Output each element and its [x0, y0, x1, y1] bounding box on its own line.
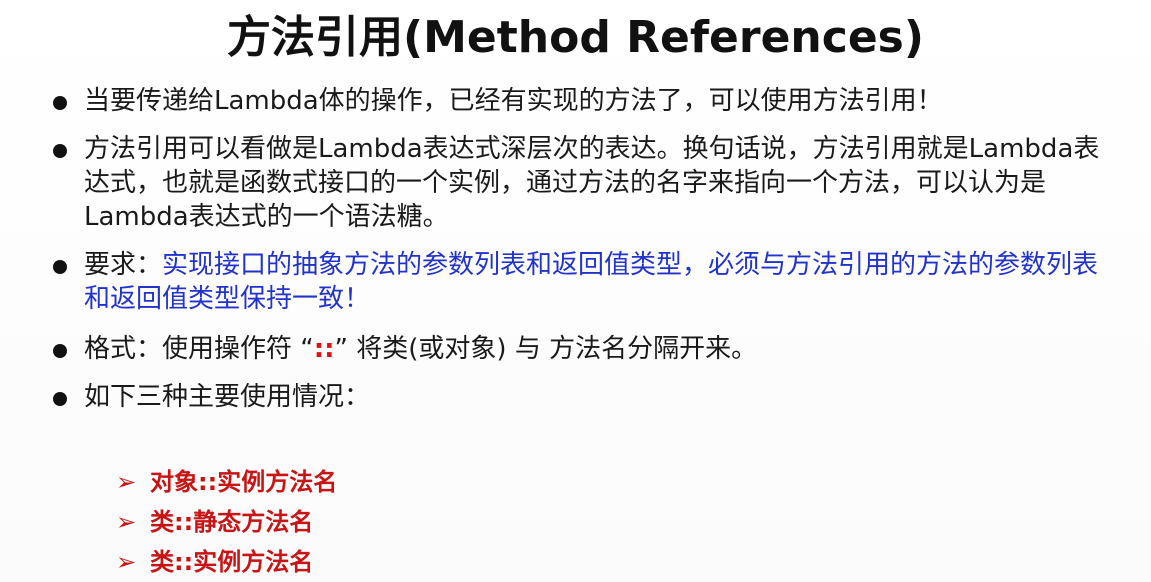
arrow-bullet-icon: ➢ [116, 548, 137, 576]
arrow-bullet-icon: ➢ [116, 468, 137, 496]
usage-case-label: 类::实例方法名 [150, 548, 314, 576]
bullet-prefix: 要求： [84, 250, 163, 280]
bullet-item: 当要传递给Lambda体的操作，已经有实现的方法了，可以使用方法引用！ [52, 84, 1112, 118]
bullet-item: 格式：使用操作符 “::” 将类(或对象) 与 方法名分隔开来。 [52, 332, 1112, 366]
bullet-text: 方法引用可以看做是Lambda表达式深层次的表达。换句话说，方法引用就是Lamb… [84, 134, 1100, 232]
bullet-item: 方法引用可以看做是Lambda表达式深层次的表达。换句话说，方法引用就是Lamb… [52, 132, 1112, 234]
bullet-suffix: ” 将类(或对象) 与 方法名分隔开来。 [334, 334, 758, 364]
usage-case-label: 类::静态方法名 [150, 508, 314, 536]
usage-case-item: ➢ 类::静态方法名 [116, 502, 337, 542]
bullet-list: 当要传递给Lambda体的操作，已经有实现的方法了，可以使用方法引用！ 方法引用… [52, 84, 1112, 414]
bullet-text: 如下三种主要使用情况： [84, 382, 371, 412]
arrow-bullet-icon: ➢ [116, 508, 137, 536]
usage-case-item: ➢ 对象::实例方法名 [116, 462, 337, 502]
usage-case-label: 对象::实例方法名 [150, 468, 338, 496]
bullet-prefix: 格式：使用操作符 “ [84, 334, 314, 364]
slide-title: 方法引用(Method References) [227, 12, 924, 63]
operator-symbol: :: [313, 334, 335, 364]
bullet-item: 要求：实现接口的抽象方法的参数列表和返回值类型，必须与方法引用的方法的参数列表和… [52, 248, 1112, 316]
bullet-text: 当要传递给Lambda体的操作，已经有实现的方法了，可以使用方法引用！ [84, 86, 943, 116]
bullet-item: 如下三种主要使用情况： [52, 380, 1112, 414]
slide: 方法引用(Method References) 当要传递给Lambda体的操作，… [0, 0, 1151, 582]
usage-case-item: ➢ 类::实例方法名 [116, 542, 337, 582]
usage-case-list: ➢ 对象::实例方法名 ➢ 类::静态方法名 ➢ 类::实例方法名 [116, 462, 337, 582]
requirement-highlight: 实现接口的抽象方法的参数列表和返回值类型，必须与方法引用的方法的参数列表和返回值… [84, 250, 1099, 314]
